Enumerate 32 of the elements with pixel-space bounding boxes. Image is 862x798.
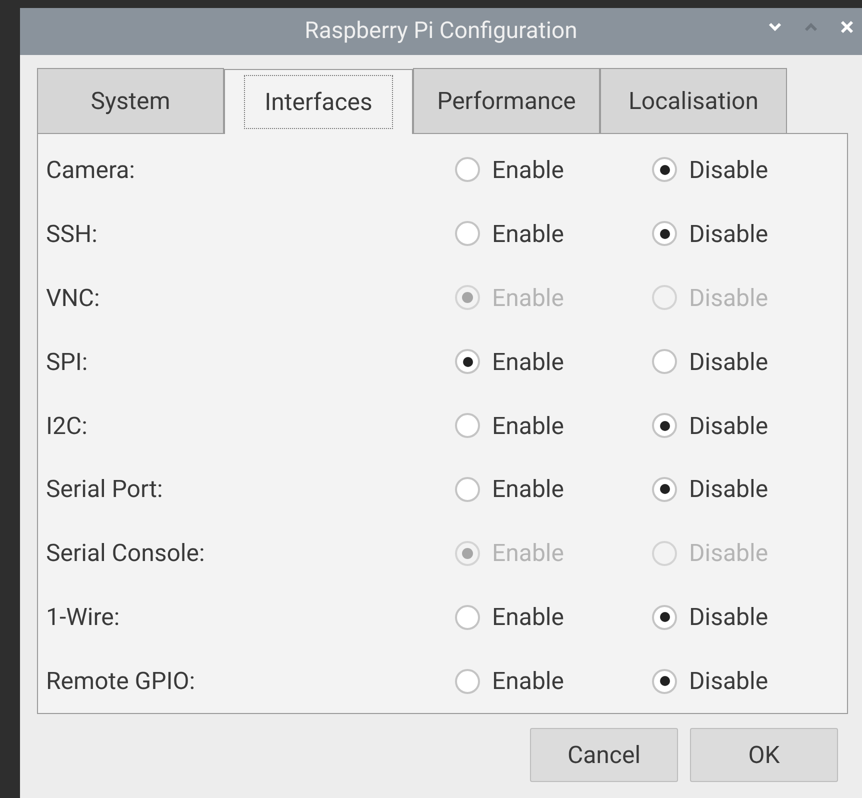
radio-option[interactable]: Enable	[455, 408, 652, 444]
radio-option[interactable]: Disable	[652, 344, 842, 380]
tab[interactable]: Performance	[413, 68, 600, 133]
radio-option[interactable]: Disable	[652, 216, 842, 252]
radio-option[interactable]: Enable	[455, 152, 652, 188]
radio-option[interactable]: Disable	[652, 408, 842, 444]
row-label: Serial Console:	[46, 538, 206, 570]
row-label: Remote GPIO:	[46, 666, 196, 698]
radio-option[interactable]: Enable	[455, 216, 652, 252]
radio-option[interactable]: Disable	[652, 599, 842, 636]
tab[interactable]: Interfaces	[224, 69, 413, 134]
dialog-button[interactable]: Cancel	[530, 728, 678, 782]
dialog-button[interactable]: OK	[690, 728, 838, 782]
close-icon[interactable]	[840, 20, 854, 34]
radio-option[interactable]: Disable	[652, 471, 842, 508]
row-label: VNC:	[46, 282, 101, 314]
minimize-icon[interactable]	[768, 22, 782, 32]
radio-option[interactable]: Enable	[455, 471, 652, 508]
row-label: Serial Port:	[46, 474, 164, 506]
radio-option[interactable]: Enable	[455, 599, 652, 636]
tab[interactable]: System	[37, 68, 224, 133]
radio-option[interactable]: Enable	[455, 663, 652, 700]
radio-option[interactable]: Disable	[652, 152, 842, 188]
tab[interactable]: Localisation	[600, 68, 787, 133]
row-label: SPI:	[46, 346, 89, 378]
row-label: Camera:	[46, 154, 136, 186]
radio-option[interactable]: Disable	[652, 663, 842, 700]
row-label: I2C:	[46, 410, 88, 442]
radio-option[interactable]: Enable	[455, 344, 652, 380]
row-label: SSH:	[46, 218, 98, 250]
row-label: 1-Wire:	[46, 602, 121, 634]
window-title: Raspberry Pi Configuration	[304, 16, 578, 46]
